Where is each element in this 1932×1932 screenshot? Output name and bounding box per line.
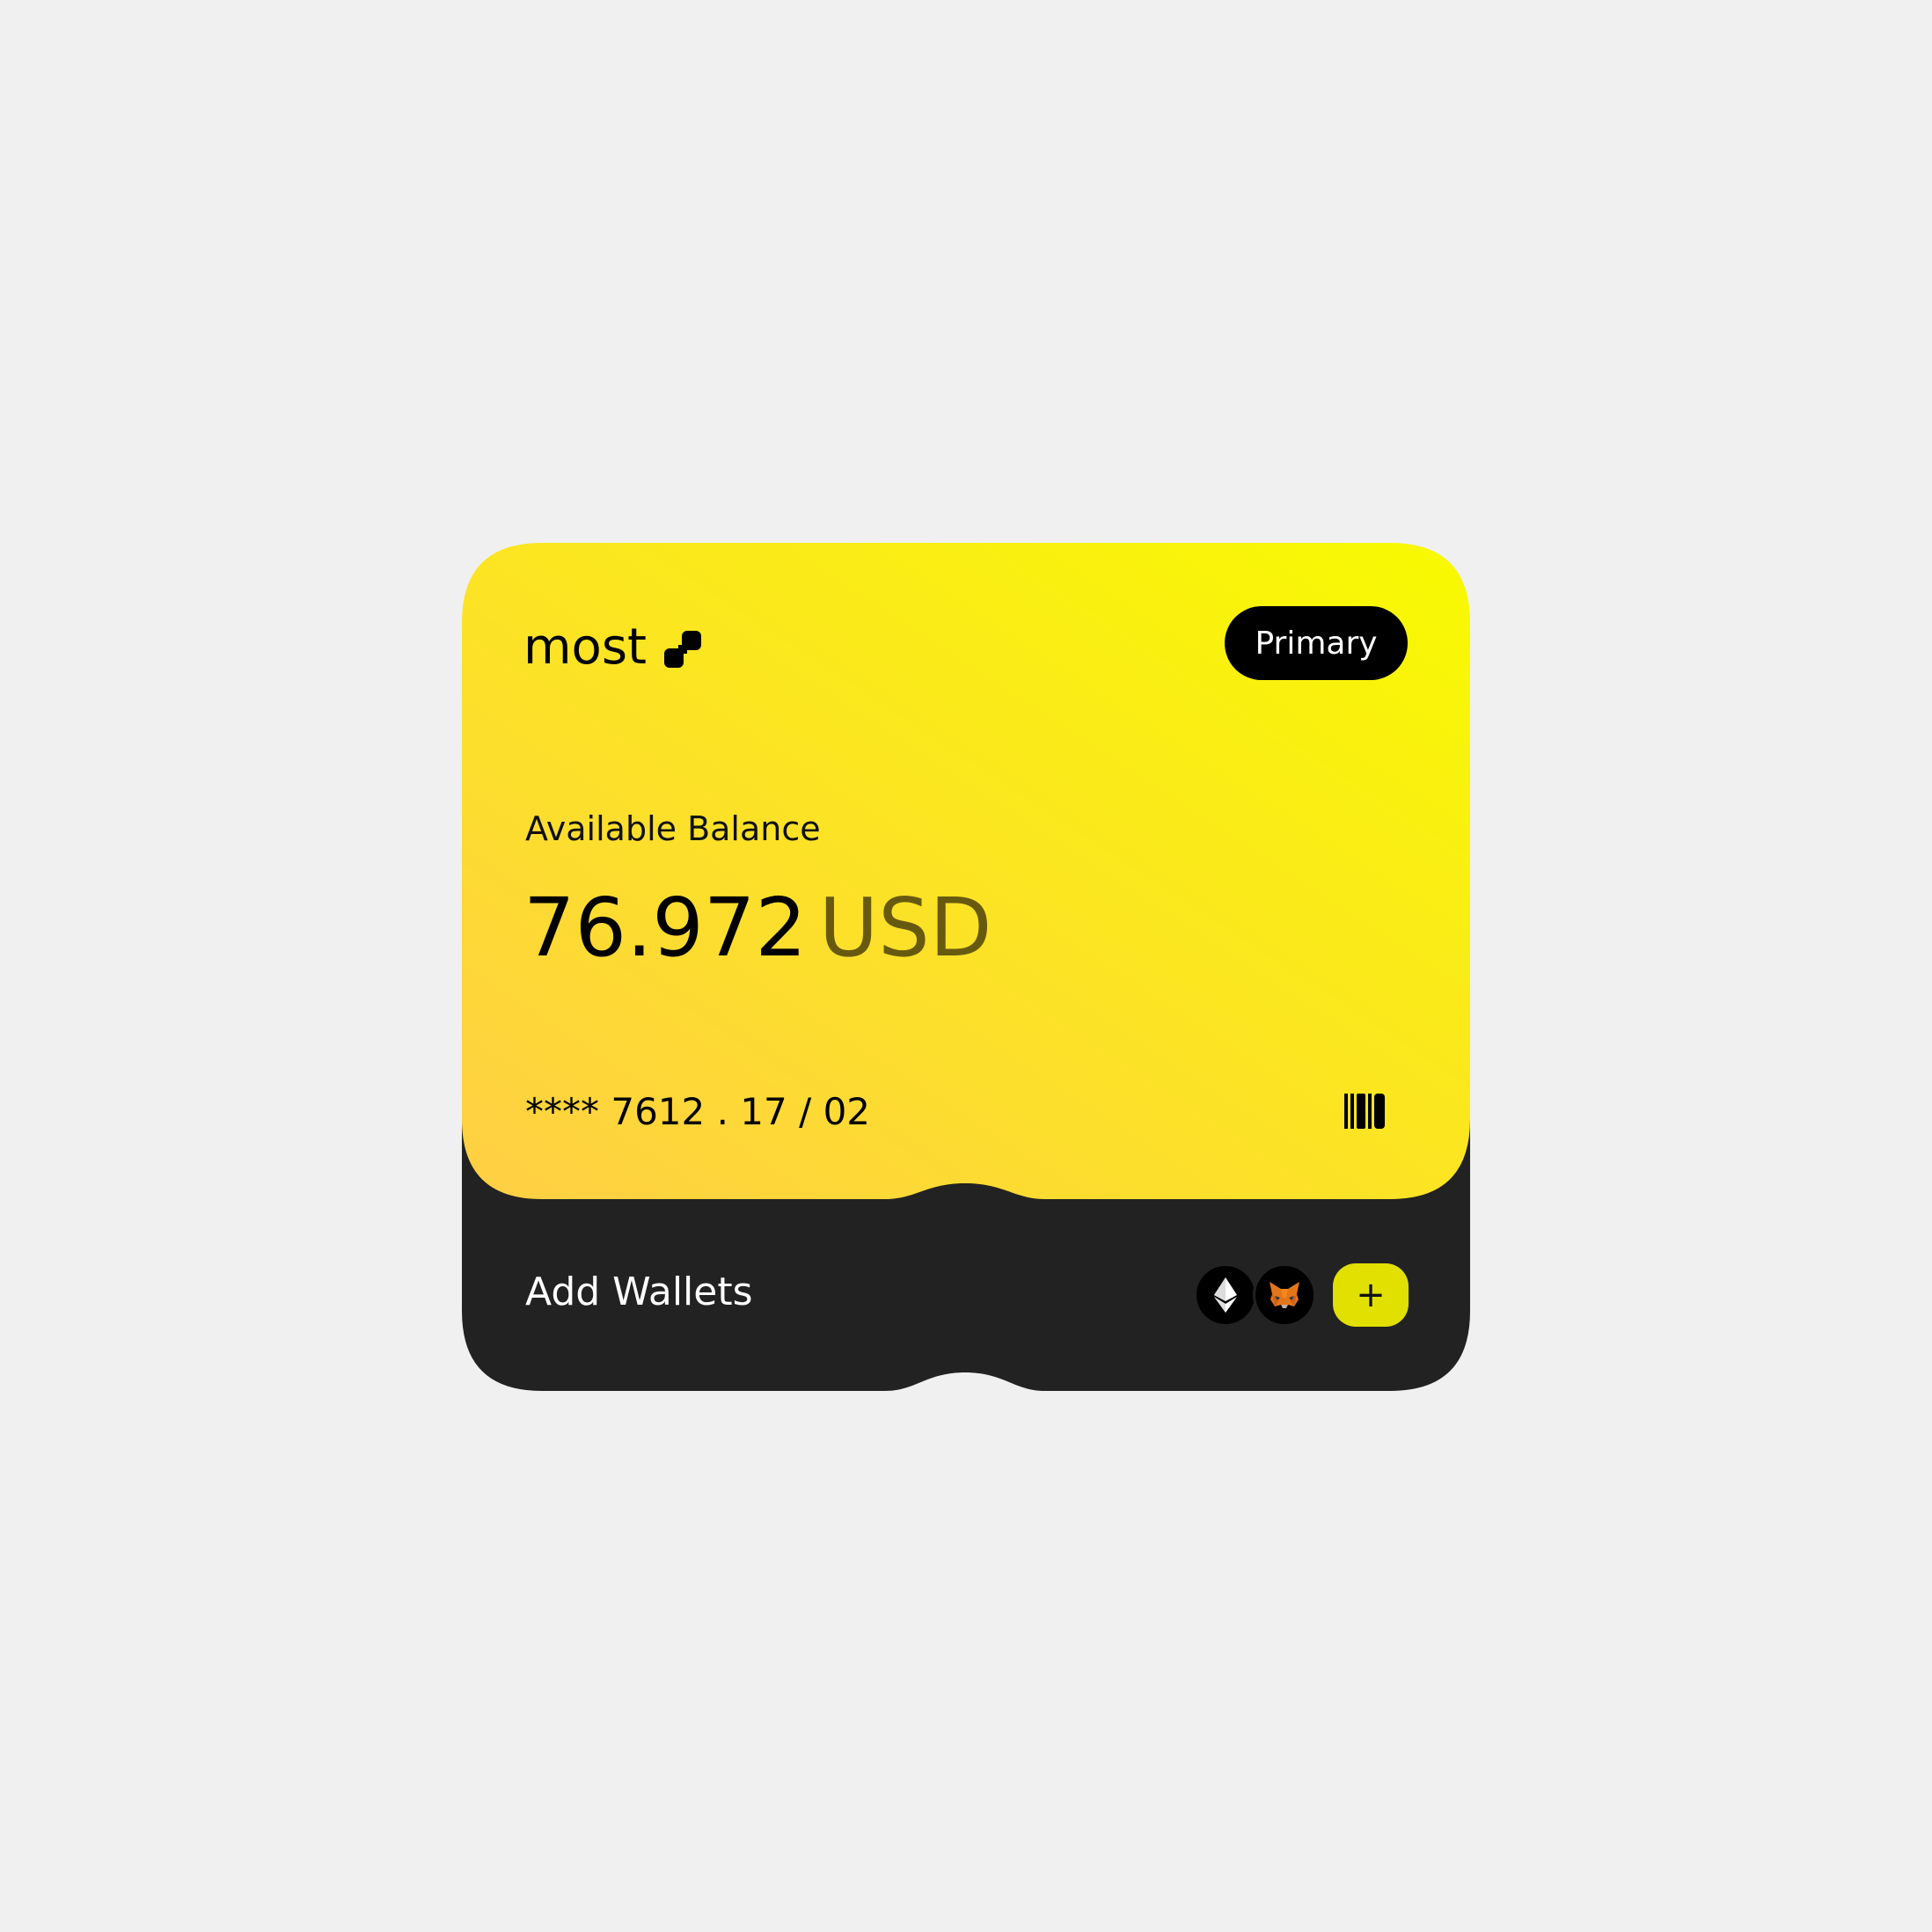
balance-currency: USD [818,881,992,975]
metamask-wallet-button[interactable] [1253,1263,1316,1327]
balance-label: Available Balance [525,809,821,848]
balance-value: 76.972 USD [523,888,992,969]
brand-name: most [523,618,647,676]
brand-logo: most [523,617,703,678]
wallet-card-widget: most Primary Available Balance 76.972 USD… [462,543,1470,1391]
barcode-icon[interactable] [1344,1094,1388,1129]
add-wallets-label: Add Wallets [525,1270,753,1314]
brand-mark-icon [663,631,701,668]
metamask-fox-icon [1270,1282,1299,1308]
ethereum-wallet-button[interactable] [1194,1263,1257,1327]
balance-amount: 76.972 [523,881,807,975]
primary-badge[interactable]: Primary [1225,606,1408,680]
add-wallet-button[interactable]: + [1333,1263,1409,1327]
ethereum-icon [1214,1277,1237,1313]
card-number: **** 7612 . 17 / 02 [525,1090,871,1133]
